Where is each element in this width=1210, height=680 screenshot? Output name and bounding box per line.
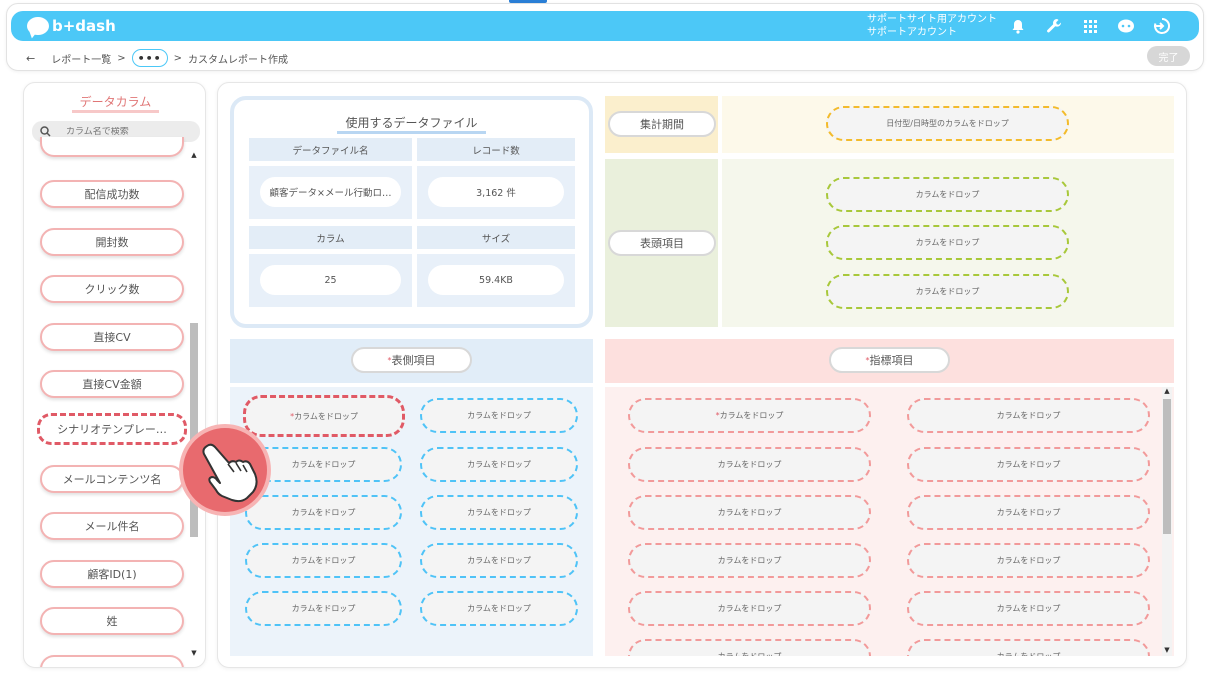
side-drop-zone[interactable]: カラムをドロップ [420, 543, 578, 578]
column-item[interactable]: 顧客ID(1) [40, 560, 184, 588]
side-drop-zone[interactable]: カラムをドロップ [420, 495, 578, 530]
top-bar: b+dash サポートサイト用アカウント サポートアカウント [11, 11, 1199, 41]
side-drop-zone[interactable]: カラムをドロップ [245, 591, 402, 626]
metrics-drop-zone[interactable]: カラムをドロップ [907, 543, 1150, 578]
metrics-drop-zone[interactable]: * カラムをドロップ [628, 398, 871, 433]
column-item[interactable]: 開封数 [40, 228, 184, 256]
metrics-drop-zone[interactable]: カラムをドロップ [628, 447, 871, 482]
metrics-drop-zone[interactable]: カラムをドロップ [628, 591, 871, 626]
column-item[interactable]: 直接CV [40, 323, 184, 351]
account-user: サポートアカウント [867, 27, 957, 38]
columns-header: カラム [249, 226, 412, 249]
grid-icon[interactable] [1080, 16, 1100, 36]
file-name-header: データファイル名 [249, 138, 412, 161]
back-arrow-icon[interactable]: ← [26, 52, 35, 65]
columns-cell: 25 [249, 254, 412, 307]
side-drop-zone[interactable]: カラムをドロップ [420, 591, 578, 626]
file-name-cell: 顧客データ×メール行動ロ… [249, 166, 412, 219]
account-name: サポートサイト用アカウント [867, 14, 997, 25]
column-item-partial[interactable] [40, 137, 184, 157]
breadcrumb-current: カスタムレポート作成 [188, 54, 288, 66]
size-cell: 59.4KB [417, 254, 575, 307]
metrics-scrollbar[interactable]: ▲ ▼ [1162, 387, 1172, 656]
scroll-down-icon[interactable]: ▼ [189, 649, 199, 657]
metrics-drop-zone[interactable]: カラムをドロップ [628, 639, 871, 656]
logo-bubble-icon [27, 17, 49, 35]
chat-bot-icon[interactable] [1116, 16, 1136, 36]
done-button[interactable]: 完了 [1147, 46, 1190, 66]
size-header: サイズ [417, 226, 575, 249]
scroll-down-icon[interactable]: ▼ [1162, 646, 1172, 654]
side-drop-zone[interactable]: カラムをドロップ [420, 447, 578, 482]
header-items-label: 表頭項目 [608, 230, 716, 256]
search-icon [40, 126, 51, 137]
column-item[interactable]: クリック数 [40, 275, 184, 303]
side-drop-zone[interactable]: カラムをドロップ [420, 398, 578, 433]
header-drop-zone[interactable]: カラムをドロップ [826, 274, 1069, 309]
breadcrumb-more-button[interactable]: ••• [131, 49, 168, 67]
bell-icon[interactable] [1008, 16, 1028, 36]
side-drop-zone[interactable]: カラムをドロップ [245, 495, 402, 530]
wrench-icon[interactable] [1044, 16, 1064, 36]
scroll-up-icon[interactable]: ▲ [1162, 387, 1172, 395]
column-item[interactable]: 姓 [40, 607, 184, 635]
scrollbar-thumb[interactable] [1163, 399, 1171, 534]
logo-text: b+dash [52, 17, 116, 35]
hand-pointer-icon [179, 424, 271, 516]
data-file-title: 使用するデータファイル [234, 114, 589, 134]
data-column-sidebar: データカラム 配信成功数 開封数 クリック数 直接CV 直接CV金額 シナリオテ… [23, 82, 206, 668]
breadcrumb: ← レポート一覧 > ••• > カスタムレポート作成 [26, 49, 288, 67]
columns-value: 25 [260, 265, 401, 295]
metrics-drop-zone[interactable]: カラムをドロップ [907, 591, 1150, 626]
column-item[interactable]: 配信成功数 [40, 180, 184, 208]
logout-icon[interactable] [1152, 16, 1172, 36]
scroll-up-icon[interactable]: ▲ [189, 151, 199, 159]
period-drop-zone[interactable]: 日付型/日時型のカラムをドロップ [826, 106, 1069, 141]
records-value: 3,162 件 [428, 177, 564, 207]
metrics-drop-zone[interactable]: カラムをドロップ [907, 398, 1150, 433]
account-info[interactable]: サポートサイト用アカウント サポートアカウント [867, 13, 997, 39]
header-drop-zone[interactable]: カラムをドロップ [826, 177, 1069, 212]
side-items-label: * 表側項目 [351, 347, 472, 373]
breadcrumb-separator: > [173, 52, 182, 64]
column-item[interactable]: メール件名 [40, 512, 184, 540]
sidebar-title: データカラム [24, 93, 205, 113]
column-item-selected[interactable]: シナリオテンプレー… [37, 413, 187, 445]
metrics-drop-zone[interactable]: カラムをドロップ [628, 495, 871, 530]
records-header: レコード数 [417, 138, 575, 161]
metrics-label: * 指標項目 [829, 347, 950, 373]
sidebar-scrollbar[interactable]: ▲ ▼ [189, 151, 199, 657]
column-item-partial[interactable] [40, 655, 184, 667]
logo[interactable]: b+dash [27, 15, 116, 37]
data-file-card: 使用するデータファイル データファイル名 レコード数 顧客データ×メール行動ロ…… [230, 96, 593, 328]
metrics-drop-zone[interactable]: カラムをドロップ [907, 639, 1150, 656]
side-drop-zone-highlighted[interactable]: * カラムをドロップ [243, 395, 405, 437]
metrics-drop-zone[interactable]: カラムをドロップ [907, 447, 1150, 482]
metrics-drop-area: * カラムをドロップ カラムをドロップ カラムをドロップ カラムをドロップ カラム… [605, 387, 1174, 656]
metrics-drop-zone[interactable]: カラムをドロップ [907, 495, 1150, 530]
column-item[interactable]: 直接CV金額 [40, 370, 184, 398]
size-value: 59.4KB [428, 265, 564, 295]
metrics-drop-zone[interactable]: カラムをドロップ [628, 543, 871, 578]
side-drop-zone[interactable]: カラムをドロップ [245, 543, 402, 578]
breadcrumb-report-list[interactable]: レポート一覧 [51, 51, 111, 66]
period-label: 集計期間 [608, 111, 716, 137]
records-cell: 3,162 件 [417, 166, 575, 219]
header-drop-zone[interactable]: カラムをドロップ [826, 225, 1069, 260]
search-input[interactable] [66, 126, 186, 137]
breadcrumb-separator: > [117, 52, 126, 64]
column-item[interactable]: メールコンテンツ名 [40, 465, 184, 493]
file-name-value: 顧客データ×メール行動ロ… [260, 177, 401, 207]
